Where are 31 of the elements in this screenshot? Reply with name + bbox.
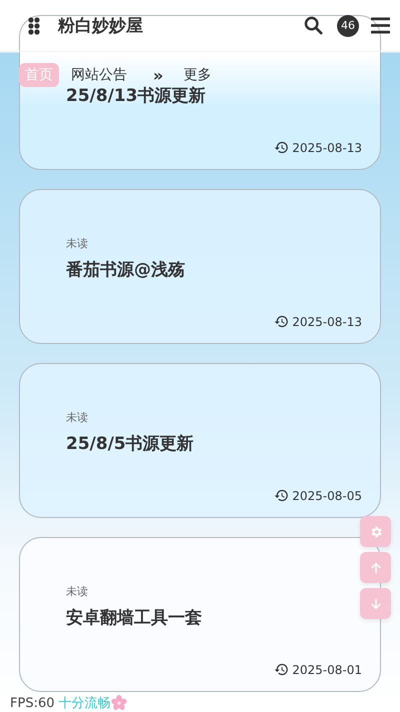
fps-counter: FPS:60 xyxy=(10,696,54,710)
post-tag: 未读 xyxy=(66,584,380,600)
gear-icon xyxy=(368,524,382,538)
site-title: 粉白妙妙屋 xyxy=(58,15,144,37)
search-icon[interactable] xyxy=(304,16,323,35)
post-title: 安卓翻墙工具一套 xyxy=(66,607,203,629)
fps-status: 十分流畅 xyxy=(58,696,110,710)
post-card[interactable]: 未读 番茄书源@浅殇 2025-08-13 xyxy=(19,189,381,344)
more-link[interactable]: 更多 xyxy=(183,66,212,84)
post-card[interactable]: 未读 25/8/5书源更新 2025-08-05 xyxy=(19,363,381,518)
post-card[interactable]: 未读 安卓翻墙工具一套 2025-08-01 xyxy=(19,537,381,692)
menu-icon[interactable] xyxy=(371,17,390,34)
post-title: 番茄书源@浅殇 xyxy=(66,259,186,281)
chevron-text: » xyxy=(153,66,164,84)
section-link[interactable]: 网站公告 xyxy=(71,66,127,84)
post-tag: 未读 xyxy=(66,410,380,426)
post-title: 25/8/5书源更新 xyxy=(66,433,195,455)
post-date: 2025-08-05 xyxy=(292,488,362,502)
post-title: 25/8/13书源更新 xyxy=(66,85,207,107)
history-icon xyxy=(274,314,290,329)
post-date: 2025-08-13 xyxy=(292,140,362,154)
post-date: 2025-08-13 xyxy=(292,314,362,328)
history-icon xyxy=(274,662,290,677)
post-date: 2025-08-01 xyxy=(292,662,362,676)
arrow-down-icon xyxy=(370,598,382,610)
history-icon xyxy=(274,140,290,155)
flower-icon xyxy=(110,695,126,711)
grid-icon[interactable] xyxy=(28,16,40,34)
post-tag: 未读 xyxy=(66,236,380,252)
arrow-up-icon xyxy=(370,562,382,574)
history-icon xyxy=(274,488,290,503)
